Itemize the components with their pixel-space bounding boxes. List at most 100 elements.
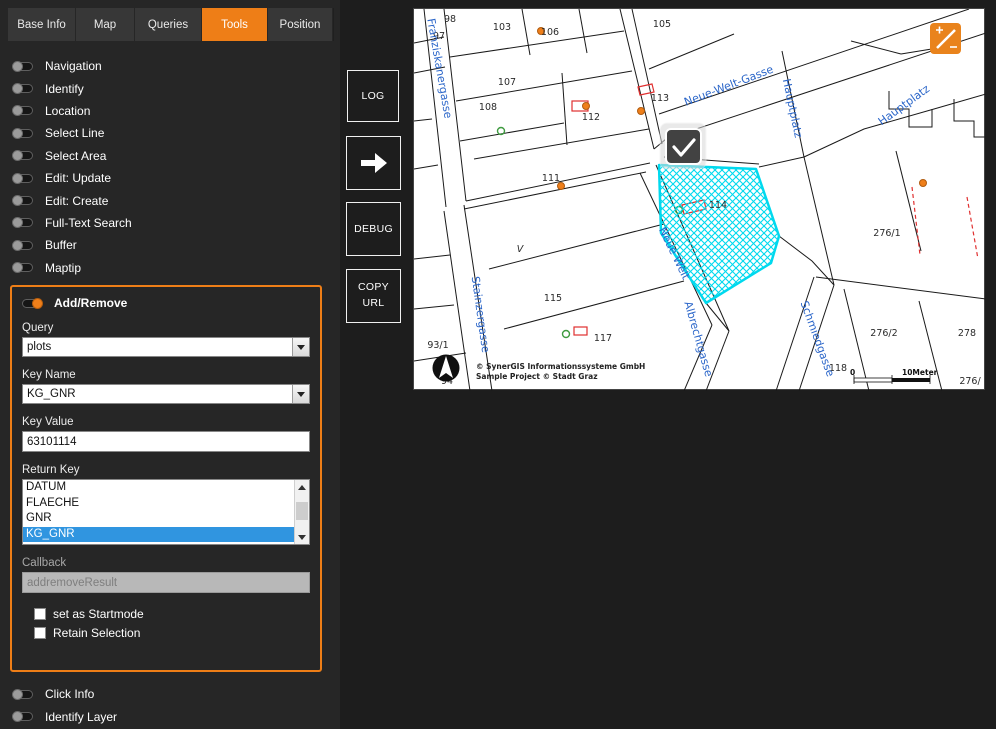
street-label: Albrechtgasse [681, 300, 715, 379]
street-label: Schmiedgasse [798, 299, 837, 378]
confirm-check-button[interactable] [660, 123, 706, 169]
checkbox-label: Retain Selection [53, 626, 140, 640]
toggle-click-info[interactable]: Click Info [13, 683, 323, 705]
checkbox-label: set as Startmode [53, 607, 144, 621]
street-label: Franziskanergasse [424, 17, 454, 119]
selected-parcel-highlight[interactable] [659, 165, 779, 303]
map-orange-points [538, 28, 927, 190]
callback-input [22, 572, 310, 593]
toggle-select-area[interactable]: Select Area [13, 145, 323, 167]
map-canvas[interactable]: 9897103106105107108113112111114V11511711… [414, 9, 986, 391]
scrollbar-thumb[interactable] [296, 502, 308, 520]
key-value-input[interactable] [22, 431, 310, 452]
main-tabbar: Base Info Map Queries Tools Position [8, 8, 334, 41]
toggle-identify[interactable]: Identify [13, 77, 323, 99]
toggle-switch-icon [13, 151, 33, 160]
log-button[interactable]: LOG [347, 70, 399, 122]
toggle-switch-icon [13, 62, 33, 71]
tab-label: Map [94, 19, 116, 31]
toggle-switch-icon [13, 84, 33, 93]
toggle-label: Maptip [45, 261, 81, 275]
toggle-label: Edit: Update [45, 171, 111, 185]
tools-panel: Base Info Map Queries Tools Position Nav… [0, 0, 340, 729]
toggle-switch-icon [13, 196, 33, 205]
tab-position[interactable]: Position [268, 8, 333, 41]
toggle-switch-icon [13, 106, 33, 115]
parcel-label: 111 [542, 173, 560, 184]
toggle-label: Navigation [45, 59, 102, 73]
retain-selection-checkbox-row[interactable]: Retain Selection [34, 626, 310, 640]
tab-label: Base Info [17, 19, 66, 31]
return-key-label: Return Key [22, 464, 310, 476]
toggle-select-line[interactable]: Select Line [13, 122, 323, 144]
return-key-listbox[interactable]: DATUM FLAECHE GNR KG_GNR [22, 479, 310, 545]
list-item[interactable]: FLAECHE [23, 496, 294, 512]
run-arrow-button[interactable] [346, 136, 401, 190]
scale-max-label: 10Meter [902, 368, 938, 377]
chevron-down-icon[interactable] [292, 385, 309, 403]
query-select[interactable]: plots [22, 337, 310, 357]
parcel-label: 114 [709, 200, 727, 211]
toggle-switch-icon [13, 690, 33, 699]
debug-button[interactable]: DEBUG [346, 202, 401, 256]
edit-plusminus-button[interactable] [930, 23, 961, 54]
toggle-label: Identify [45, 82, 84, 96]
scroll-down-icon[interactable] [295, 530, 309, 544]
map-attribution-line1: © SynerGIS Informationssysteme GmbH [476, 362, 645, 371]
parcel-label: 106 [541, 27, 559, 38]
toggle-label: Edit: Create [45, 194, 108, 208]
arrow-right-icon [359, 151, 389, 175]
toggle-edit-create[interactable]: Edit: Create [13, 189, 323, 211]
tool-toggle-list-bottom: Click Info Identify Layer [13, 683, 323, 728]
toggle-identify-layer[interactable]: Identify Layer [13, 705, 323, 727]
startmode-checkbox-row[interactable]: set as Startmode [34, 607, 310, 621]
tab-base-info[interactable]: Base Info [8, 8, 76, 41]
section-title: Add/Remove [54, 296, 127, 310]
parcel-label: 276/ [959, 376, 981, 387]
parcel-label: 278 [958, 328, 976, 339]
toggle-switch-icon [13, 218, 33, 227]
chevron-down-icon[interactable] [292, 338, 309, 356]
checkbox-unchecked-icon[interactable] [34, 627, 46, 639]
toggle-label: Select Line [45, 126, 104, 140]
north-arrow-icon [433, 355, 460, 382]
tab-queries[interactable]: Queries [135, 8, 202, 41]
list-item[interactable]: GNR [23, 511, 294, 527]
tab-tools[interactable]: Tools [202, 8, 268, 41]
checkbox-unchecked-icon[interactable] [34, 608, 46, 620]
toggle-add-remove[interactable]: Add/Remove [22, 296, 310, 310]
list-item[interactable]: DATUM [23, 480, 294, 496]
parcel-label: 113 [651, 93, 669, 104]
parcel-label: 112 [582, 112, 600, 123]
query-selected-value: plots [27, 341, 51, 353]
parcel-label: V [517, 244, 525, 255]
toggle-label: Full-Text Search [45, 216, 132, 230]
toggle-maptip[interactable]: Maptip [13, 257, 323, 279]
toggle-label: Select Area [45, 149, 106, 163]
toggle-switch-icon [13, 712, 33, 721]
key-name-label: Key Name [22, 369, 310, 381]
toggle-navigation[interactable]: Navigation [13, 55, 323, 77]
tab-map[interactable]: Map [76, 8, 135, 41]
list-item-selected[interactable]: KG_GNR [23, 527, 309, 543]
query-label: Query [22, 322, 310, 334]
toggle-label: Identify Layer [45, 710, 117, 724]
toggle-location[interactable]: Location [13, 100, 323, 122]
tab-label: Tools [221, 19, 248, 31]
scroll-up-icon[interactable] [295, 480, 309, 494]
toggle-switch-icon [22, 299, 42, 308]
street-label: Neue-Welt-Gasse [682, 63, 775, 109]
parcel-label: 108 [479, 102, 497, 113]
toggle-switch-icon [13, 241, 33, 250]
toggle-label: Click Info [45, 687, 94, 701]
toggle-fulltext-search[interactable]: Full-Text Search [13, 212, 323, 234]
key-name-selected-value: KG_GNR [27, 388, 76, 400]
toggle-buffer[interactable]: Buffer [13, 234, 323, 256]
copy-url-button[interactable]: COPY URL [346, 269, 401, 323]
tab-label: Position [280, 19, 321, 31]
listbox-scrollbar[interactable] [294, 480, 309, 544]
toggle-edit-update[interactable]: Edit: Update [13, 167, 323, 189]
parcel-label: 103 [493, 22, 511, 33]
key-name-select[interactable]: KG_GNR [22, 384, 310, 404]
toggle-label: Buffer [45, 238, 77, 252]
